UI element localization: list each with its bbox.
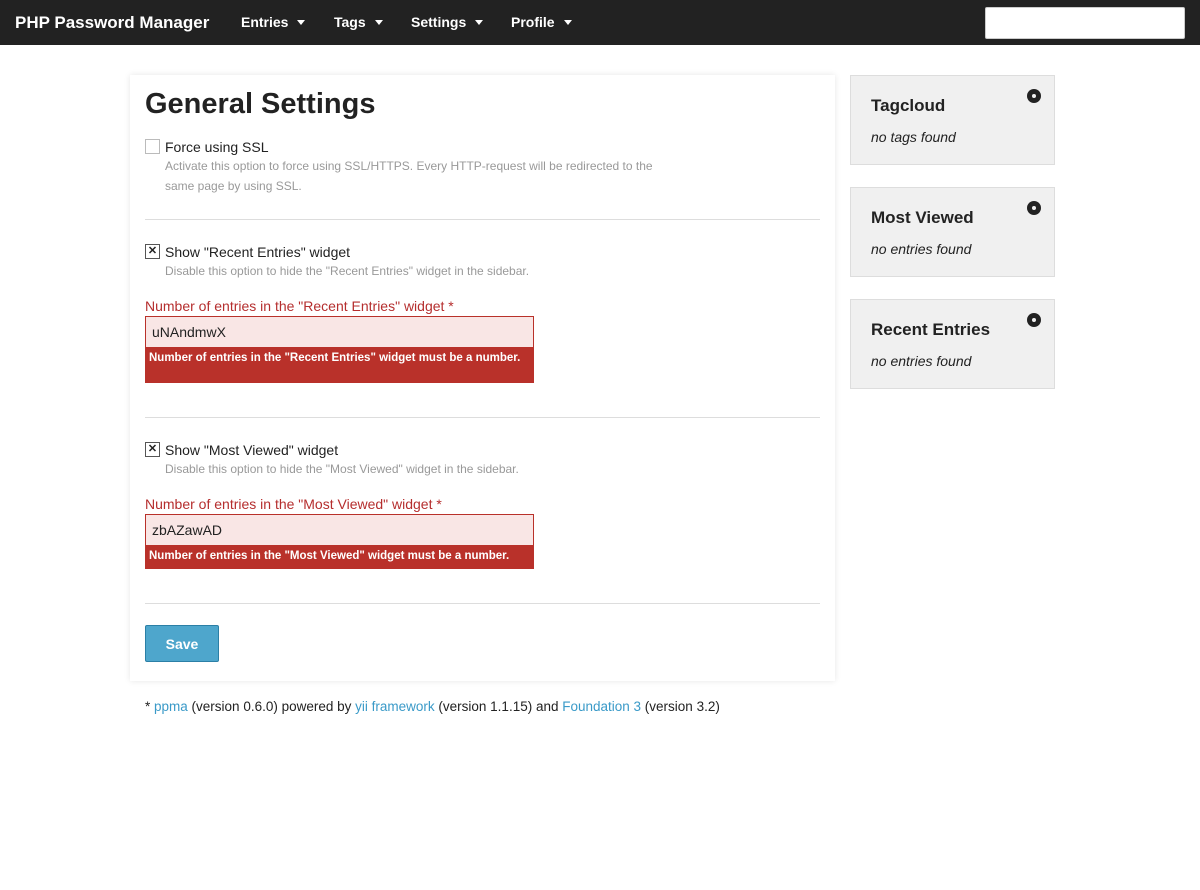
most-viewed-checkbox-label[interactable]: Show "Most Viewed" widget bbox=[165, 442, 338, 458]
divider bbox=[145, 417, 820, 418]
widget-title: Tagcloud bbox=[871, 96, 946, 115]
nav-tags-label: Tags bbox=[334, 14, 366, 30]
gear-icon[interactable] bbox=[1027, 201, 1041, 215]
caret-down-icon bbox=[563, 20, 572, 25]
nav-settings[interactable]: Settings bbox=[411, 14, 484, 30]
recent-entries-error: Number of entries in the "Recent Entries… bbox=[145, 348, 534, 383]
caret-down-icon bbox=[297, 20, 306, 25]
most-viewed-hint: Disable this option to hide the "Most Vi… bbox=[165, 462, 519, 476]
most-viewed-widget: Most Viewed no entries found bbox=[850, 187, 1055, 277]
footer-text: (version 0.6.0) powered by bbox=[187, 699, 356, 714]
caret-down-icon bbox=[374, 20, 383, 25]
widget-empty-text: no tags found bbox=[871, 129, 956, 145]
nav-entries[interactable]: Entries bbox=[241, 14, 306, 30]
most-viewed-count-label: Number of entries in the "Most Viewed" w… bbox=[145, 496, 442, 512]
recent-entries-widget: Recent Entries no entries found bbox=[850, 299, 1055, 389]
yii-link[interactable]: yii framework bbox=[355, 699, 435, 714]
caret-down-icon bbox=[475, 20, 484, 25]
recent-entries-checkbox[interactable]: ✕ bbox=[145, 244, 160, 259]
nav-settings-label: Settings bbox=[411, 14, 467, 30]
recent-entries-checkbox-label[interactable]: Show "Recent Entries" widget bbox=[165, 244, 350, 260]
nav-entries-label: Entries bbox=[241, 14, 289, 30]
recent-entries-count-label: Number of entries in the "Recent Entries… bbox=[145, 298, 454, 314]
force-ssl-checkbox[interactable] bbox=[145, 139, 160, 154]
footer: * ppma (version 0.6.0) powered by yii fr… bbox=[145, 699, 720, 714]
tagcloud-widget: Tagcloud no tags found bbox=[850, 75, 1055, 165]
settings-panel: General Settings Force using SSL Activat… bbox=[130, 75, 835, 681]
most-viewed-checkbox[interactable]: ✕ bbox=[145, 442, 160, 457]
most-viewed-count-input[interactable] bbox=[145, 514, 534, 546]
gear-icon[interactable] bbox=[1027, 313, 1041, 327]
footer-text: (version 1.1.15) and bbox=[434, 699, 563, 714]
footer-text: (version 3.2) bbox=[641, 699, 720, 714]
brand-title[interactable]: PHP Password Manager bbox=[15, 13, 209, 33]
force-ssl-hint: Activate this option to force using SSL/… bbox=[165, 159, 653, 193]
most-viewed-error: Number of entries in the "Most Viewed" w… bbox=[145, 546, 534, 569]
widget-empty-text: no entries found bbox=[871, 241, 972, 257]
widget-title: Most Viewed bbox=[871, 208, 974, 227]
nav-profile[interactable]: Profile bbox=[511, 14, 572, 30]
search-input[interactable] bbox=[985, 7, 1185, 39]
page-title: General Settings bbox=[145, 88, 376, 120]
divider bbox=[145, 219, 820, 220]
gear-icon[interactable] bbox=[1027, 89, 1041, 103]
force-ssl-label[interactable]: Force using SSL bbox=[165, 139, 269, 155]
nav-tags[interactable]: Tags bbox=[334, 14, 383, 30]
save-button[interactable]: Save bbox=[145, 625, 219, 662]
nav-profile-label: Profile bbox=[511, 14, 555, 30]
recent-entries-hint: Disable this option to hide the "Recent … bbox=[165, 264, 530, 278]
widget-empty-text: no entries found bbox=[871, 353, 972, 369]
foundation-link[interactable]: Foundation 3 bbox=[562, 699, 641, 714]
footer-prefix: * bbox=[145, 699, 155, 714]
widget-title: Recent Entries bbox=[871, 320, 991, 339]
recent-entries-count-input[interactable] bbox=[145, 316, 534, 348]
top-bar: PHP Password Manager Entries Tags Settin… bbox=[0, 0, 1200, 45]
ppma-link[interactable]: ppma bbox=[154, 699, 188, 714]
divider bbox=[145, 603, 820, 604]
